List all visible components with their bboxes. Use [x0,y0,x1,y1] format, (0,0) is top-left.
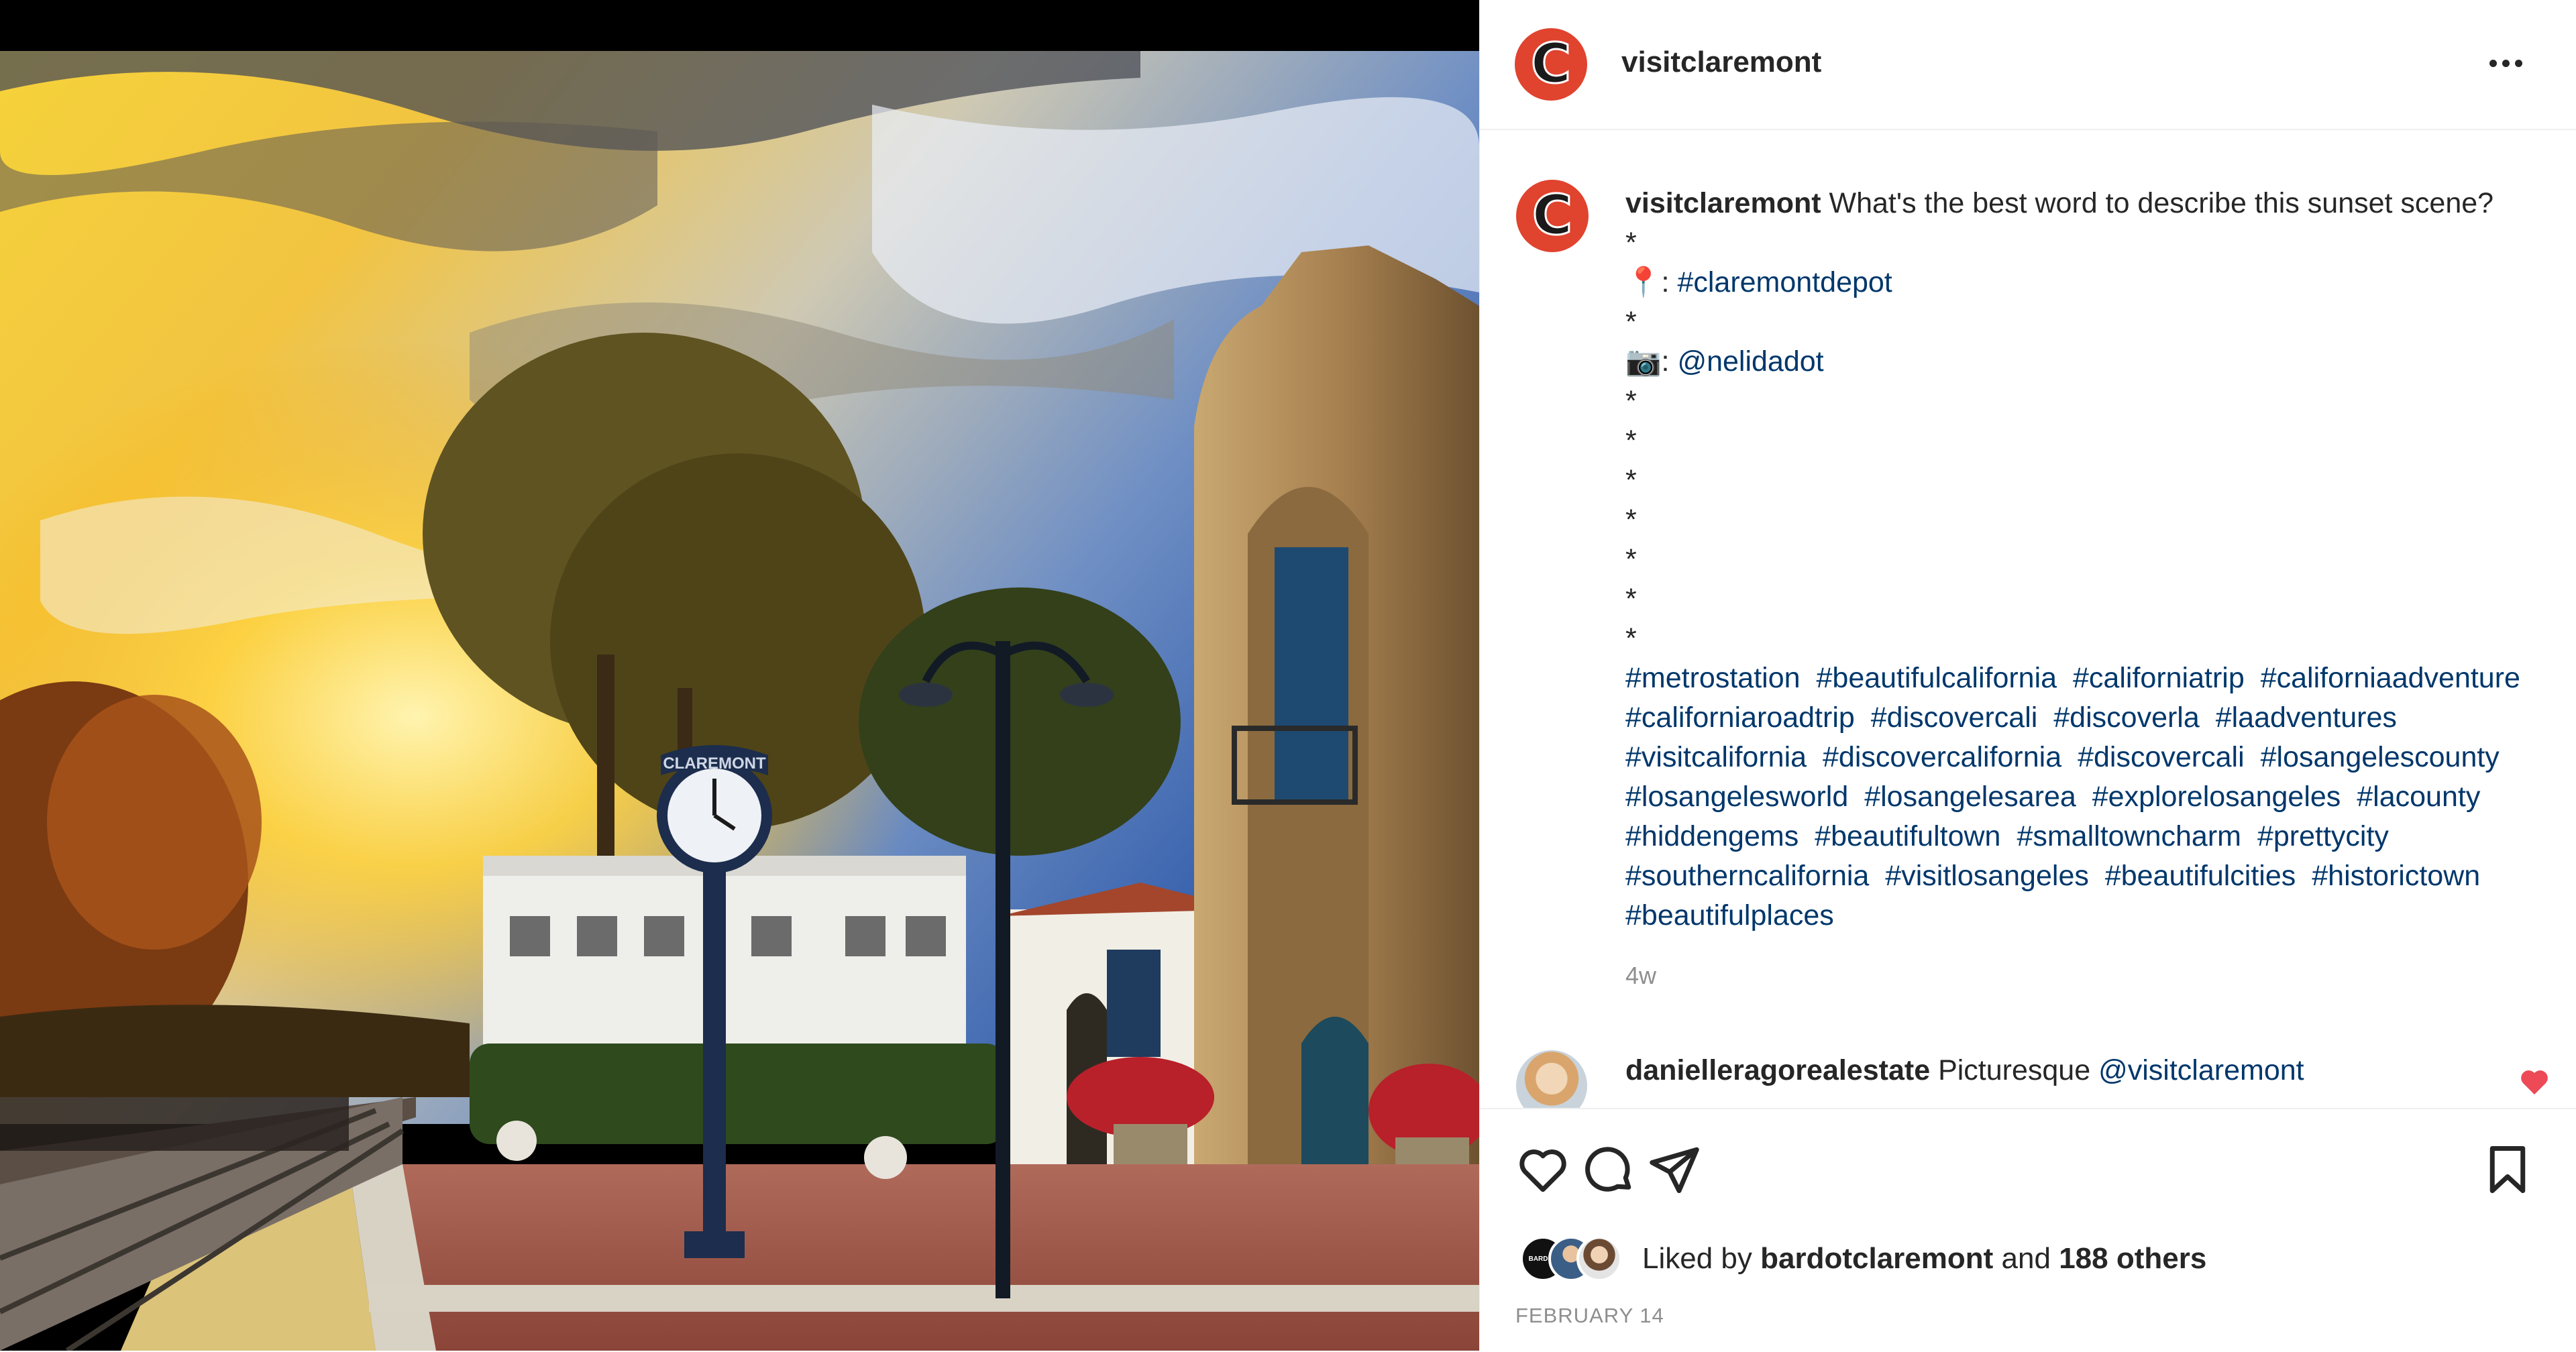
likes-summary: Liked by bardotclaremont and 188 others [1642,1242,2206,1276]
photographer-mention-link[interactable]: @nelidadot [1677,345,1823,378]
hashtag-link[interactable]: #prettycity [2257,820,2389,852]
hashtag-link[interactable]: #hiddengems [1625,820,1799,852]
hashtag-list: #metrostation #beautifulcalifornia #cali… [1625,659,2558,936]
caption-star: * [1625,543,1637,575]
hashtag-link[interactable]: #discovercali [2078,741,2245,773]
caption-timestamp[interactable]: 4w [1625,962,1656,990]
hashtag-link[interactable]: #historictown [2312,860,2480,892]
hashtag-link[interactable]: #beautifulplaces [1625,899,1834,932]
caption-star: * [1625,227,1637,259]
hashtag-link[interactable]: #californiaadventure [2261,662,2520,694]
share-icon[interactable] [1646,1141,1703,1198]
post-caption: visitclaremont What's the best word to d… [1625,184,2558,936]
caption-username[interactable]: visitclaremont [1625,187,1821,219]
caption-text: What's the best word to describe this su… [1829,187,2494,219]
hashtag-link[interactable]: #losangelesworld [1625,781,1848,813]
post-header: C visitclaremont [1480,0,2576,130]
hashtag-link[interactable]: #beautifulcalifornia [1816,662,2057,694]
comment-item: danielleragorealestate Picturesque @visi… [1625,1054,2304,1087]
caption-star: * [1625,306,1637,338]
liker-avatar[interactable] [1576,1236,1622,1282]
hashtag-link[interactable]: #californiatrip [2073,662,2245,694]
likes-prefix: Liked by [1642,1242,1752,1275]
hashtag-link[interactable]: #discoverla [2053,701,2200,734]
commenter-avatar[interactable] [1516,1050,1587,1109]
caption-star: * [1625,464,1637,496]
location-hashtag-link[interactable]: #claremontdepot [1677,266,1892,298]
heart-icon[interactable] [1515,1141,1571,1198]
hashtag-link[interactable]: #losangelesarea [1864,781,2076,813]
hashtag-link[interactable]: #discovercalifornia [1823,741,2061,773]
comment-username[interactable]: danielleragorealestate [1625,1054,1930,1086]
comment-like-heart-icon[interactable] [2518,1066,2551,1096]
avatar-letter: C [1529,32,1572,96]
caption-avatar[interactable]: C [1516,180,1589,252]
post-date[interactable]: FEBRUARY 14 [1515,1304,1664,1328]
caption-star: * [1625,425,1637,457]
hashtag-link[interactable]: #metrostation [1625,662,1801,694]
caption-star: * [1625,622,1637,655]
likes-others-link[interactable]: 188 others [2059,1242,2206,1275]
post-actions: BARDOT Liked by bardotclaremont and 188 … [1480,1108,2576,1352]
hashtag-link[interactable]: #southerncalifornia [1625,860,1869,892]
clock-sign-text: CLAREMONT [663,754,766,773]
hashtag-link[interactable]: #beautifulcities [2105,860,2296,892]
likes-row: BARDOT Liked by bardotclaremont and 188 … [1520,1232,2206,1286]
caption-star: * [1625,583,1637,615]
hashtag-link[interactable]: #discovercali [1871,701,2038,734]
bookmark-icon[interactable] [2479,1141,2536,1198]
post-sidebar: C visitclaremont C visitclaremont What's… [1479,0,2576,1351]
location-pin-icon: 📍: [1625,266,1678,298]
avatar-letter: C [1531,184,1573,247]
caption-star: * [1625,385,1637,417]
likes-and: and [2001,1242,2051,1275]
sunset-station-image: CLAREMONT [0,51,1479,1351]
comment-mention-link[interactable]: @visitclaremont [2098,1054,2304,1086]
hashtag-link[interactable]: #losangelescounty [2261,741,2500,773]
profile-avatar[interactable]: C [1515,28,1587,101]
hashtag-link[interactable]: #visitcalifornia [1625,741,1807,773]
liked-by-username[interactable]: bardotclaremont [1760,1242,1993,1275]
comments-section[interactable]: C visitclaremont What's the best word to… [1480,130,2576,1109]
more-options-icon[interactable] [2482,44,2529,82]
hashtag-link[interactable]: #explorelosangeles [2092,781,2341,813]
hashtag-link[interactable]: #beautifultown [1815,820,2000,852]
comment-text: Picturesque [1938,1054,2091,1086]
comment-icon[interactable] [1580,1141,1637,1198]
post-photo[interactable]: CLAREMONT [0,0,1479,1351]
hashtag-link[interactable]: #laadventures [2216,701,2397,734]
hashtag-link[interactable]: #californiaroadtrip [1625,701,1855,734]
hashtag-link[interactable]: #smalltowncharm [2017,820,2241,852]
caption-stars: * * * * * * * [1625,382,2558,659]
caption-star: * [1625,504,1637,536]
header-username[interactable]: visitclaremont [1621,46,1821,79]
hashtag-link[interactable]: #visitlosangeles [1885,860,2089,892]
hashtag-link[interactable]: #lacounty [2357,781,2480,813]
camera-icon: 📷: [1625,345,1678,378]
